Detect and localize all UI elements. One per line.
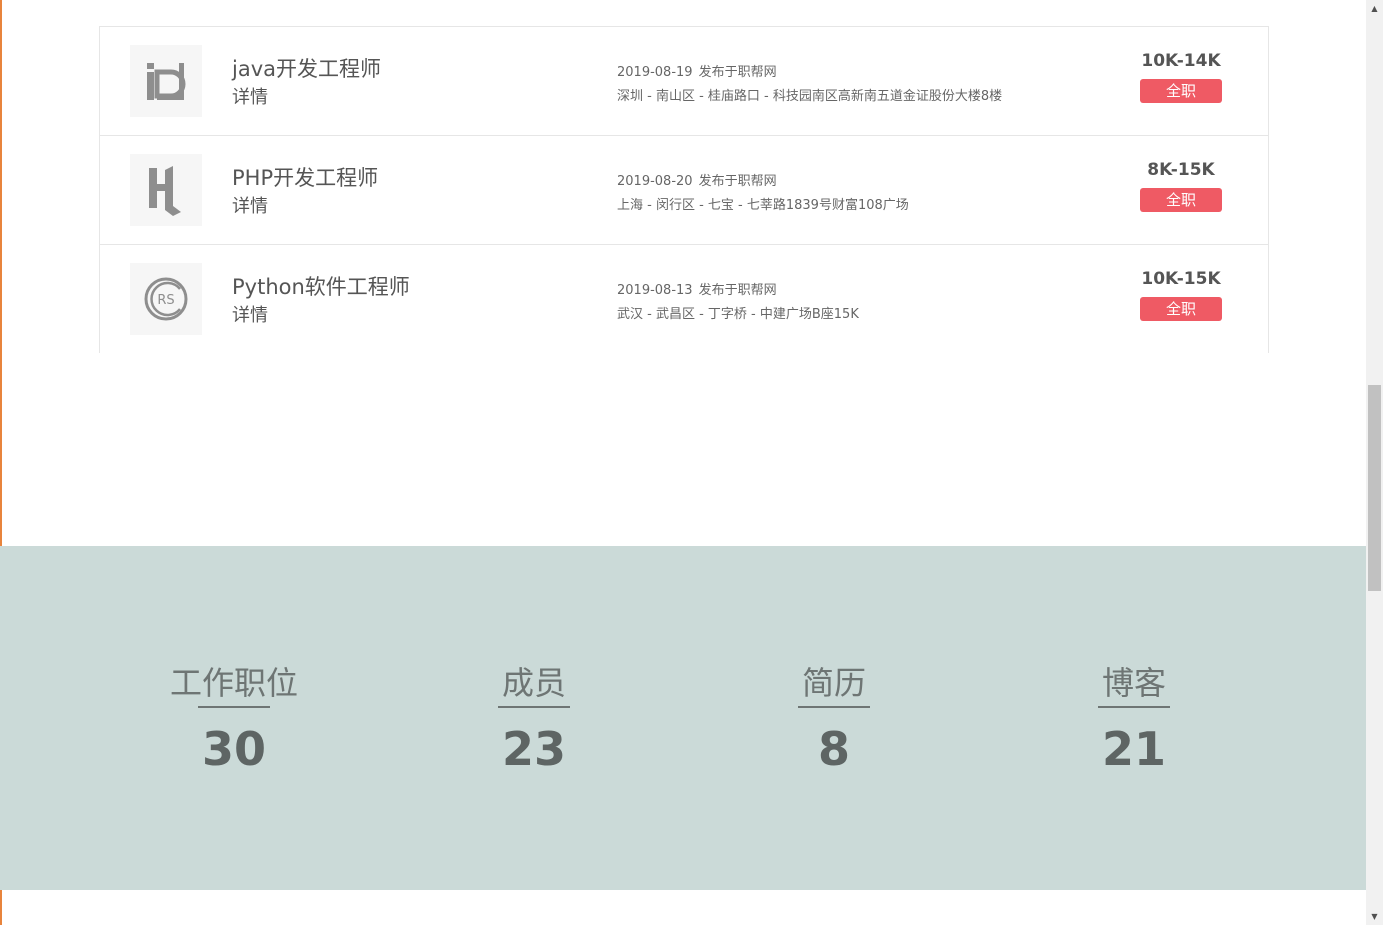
job-date: 2019-08-13 — [617, 283, 693, 298]
job-source: 发布于职帮网 — [698, 174, 777, 189]
stats-section: 工作职位 30 成员 23 简历 8 博客 21 — [0, 546, 1366, 890]
scroll-thumb[interactable] — [1368, 385, 1381, 591]
stat-label: 简历 — [801, 664, 866, 702]
job-row[interactable]: PHP开发工程师 详情 2019-08-20 发布于职帮网 上海 - 闵行区 - … — [100, 136, 1268, 245]
h-logo-icon[interactable] — [130, 154, 202, 226]
job-title[interactable]: Python软件工程师 — [232, 271, 410, 301]
stat-members: 成员 23 — [414, 658, 654, 776]
job-detail-link[interactable]: 详情 — [232, 301, 268, 327]
job-meta: 2019-08-19 发布于职帮网 — [617, 61, 777, 80]
job-title[interactable]: java开发工程师 — [232, 53, 381, 83]
stat-underline — [498, 706, 570, 708]
stat-jobs: 工作职位 30 — [114, 658, 354, 776]
job-salary: 10K-15K — [1141, 269, 1221, 289]
job-type-badge: 全职 — [1140, 188, 1222, 212]
job-location: 武汉 - 武昌区 - 丁字桥 - 中建广场B座15K — [617, 307, 859, 322]
scroll-down-arrow-icon[interactable]: ▼ — [1366, 908, 1383, 925]
job-list: java开发工程师 详情 2019-08-19 发布于职帮网 深圳 - 南山区 -… — [99, 26, 1269, 353]
scroll-up-arrow-icon[interactable]: ▲ — [1366, 0, 1383, 17]
job-date: 2019-08-19 — [617, 65, 693, 80]
job-source: 发布于职帮网 — [698, 283, 777, 298]
job-salary: 10K-14K — [1141, 51, 1221, 71]
job-location: 上海 - 闵行区 - 七宝 - 七莘路1839号财富108广场 — [617, 198, 909, 213]
job-meta: 2019-08-20 发布于职帮网 — [617, 170, 777, 189]
job-title[interactable]: PHP开发工程师 — [232, 162, 378, 192]
stat-value: 8 — [817, 722, 850, 776]
job-meta: 2019-08-13 发布于职帮网 — [617, 279, 777, 298]
stat-label: 工作职位 — [169, 664, 298, 702]
id-logo-icon[interactable] — [130, 45, 202, 117]
stat-value: 21 — [1101, 722, 1166, 776]
stat-underline — [198, 706, 270, 708]
job-date: 2019-08-20 — [617, 174, 693, 189]
job-row[interactable]: java开发工程师 详情 2019-08-19 发布于职帮网 深圳 - 南山区 -… — [100, 27, 1268, 136]
job-location: 深圳 - 南山区 - 桂庙路口 - 科技园南区高新南五道金证股份大楼8楼 — [617, 89, 1003, 104]
job-type-badge: 全职 — [1140, 79, 1222, 103]
job-row[interactable]: RS Python软件工程师 详情 2019-08-13 发布于职帮网 武汉 - … — [100, 245, 1268, 353]
stat-label: 成员 — [501, 664, 566, 702]
stat-underline — [798, 706, 870, 708]
job-type-badge: 全职 — [1140, 297, 1222, 321]
stat-label: 博客 — [1101, 664, 1166, 702]
job-source: 发布于职帮网 — [698, 65, 777, 80]
stat-value: 30 — [201, 722, 266, 776]
vertical-scrollbar[interactable]: ▲ ▼ — [1366, 0, 1383, 925]
job-salary: 8K-15K — [1147, 160, 1215, 180]
job-detail-link[interactable]: 详情 — [232, 192, 268, 218]
stat-blogs: 博客 21 — [1014, 658, 1254, 776]
rs-logo-icon[interactable]: RS — [130, 263, 202, 335]
job-detail-link[interactable]: 详情 — [232, 83, 268, 109]
stat-value: 23 — [501, 722, 566, 776]
stat-underline — [1098, 706, 1170, 708]
stat-resumes: 简历 8 — [714, 658, 954, 776]
svg-text:RS: RS — [157, 293, 174, 308]
